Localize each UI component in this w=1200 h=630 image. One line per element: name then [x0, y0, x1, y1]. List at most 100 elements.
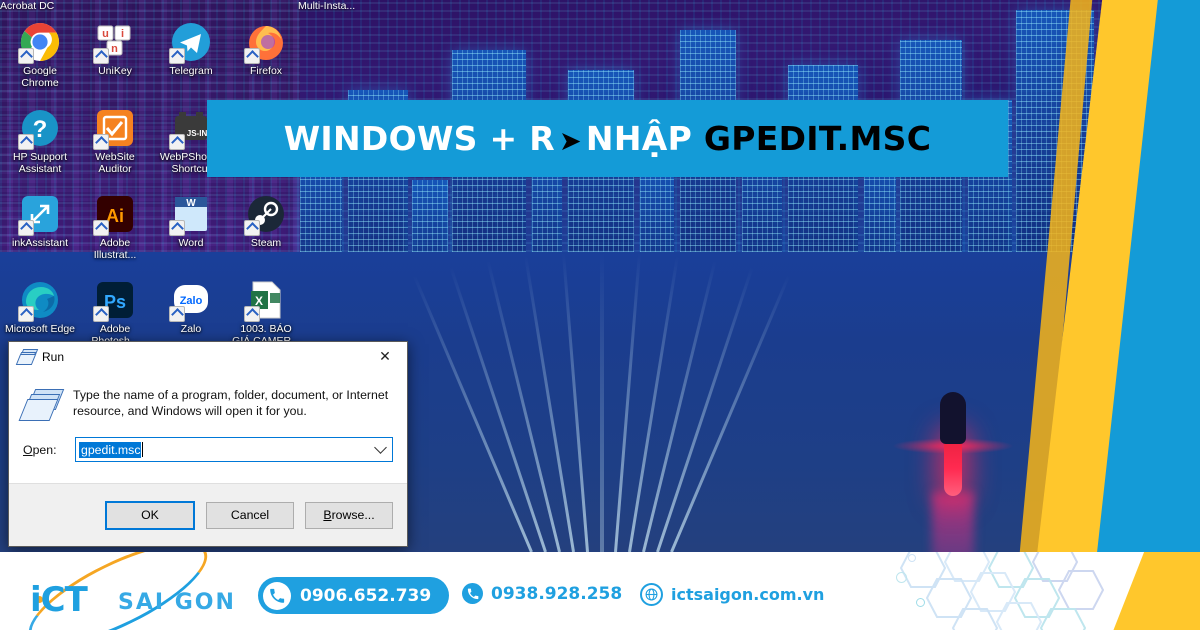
shortcut-overlay-icon — [93, 220, 109, 236]
desktop-icon-zalo[interactable]: Zalo Zalo — [155, 280, 227, 335]
shortcut-overlay-icon — [18, 220, 34, 236]
desktop-icon-linkassistant[interactable]: inkAssistant — [4, 194, 76, 249]
hexagon-decoration — [890, 552, 1140, 630]
svg-text:u: u — [102, 28, 109, 40]
zalo-icon: Zalo — [169, 280, 211, 322]
svg-text:?: ? — [33, 116, 48, 143]
desktop-icon-label: Adobe Illustrat... — [93, 237, 137, 261]
run-dialog-title: Run — [42, 349, 65, 364]
open-field-label: Open: — [23, 442, 57, 457]
shortcut-overlay-icon — [244, 48, 260, 64]
ok-button[interactable]: OK — [105, 500, 195, 530]
shortcut-overlay-icon — [93, 306, 109, 322]
desktop-icon-label: Google Chrome — [21, 65, 59, 89]
photoshop-icon: Ps — [93, 280, 135, 322]
globe-icon — [640, 583, 663, 606]
lane-line — [670, 275, 791, 552]
webpshop-icon: JS-IN — [169, 108, 211, 150]
primary-phone-number: 0906.652.739 — [300, 585, 432, 606]
banner-text-nhap: NHẬP — [585, 119, 693, 158]
desktop-icon-label: Zalo — [180, 323, 202, 335]
phone-icon — [263, 581, 291, 610]
shortcut-overlay-icon — [169, 48, 185, 64]
desktop-icon-chrome[interactable]: Google Chrome — [4, 22, 76, 89]
desktop-icon-label: Word — [178, 237, 204, 249]
run-dialog-titlebar[interactable]: Run ✕ — [9, 342, 407, 371]
run-dialog-footer: OK Cancel Browse... — [9, 483, 407, 546]
telegram-icon — [169, 22, 211, 64]
logo-text-ict: iCT — [30, 580, 88, 620]
browse-button[interactable]: Browse... — [305, 501, 393, 529]
run-dialog: Run ✕ Type the name of a program, folder… — [8, 341, 408, 547]
hexagon-shape — [951, 608, 999, 630]
desktop-icon-label: Telegram — [169, 65, 213, 77]
run-dialog-description: Type the name of a program, folder, docu… — [73, 388, 389, 418]
svg-text:W: W — [186, 198, 196, 209]
svg-text:JS-IN: JS-IN — [187, 129, 208, 138]
desktop-icon-hp-support[interactable]: ? HP Support Assistant — [4, 108, 76, 175]
desktop-icon-label: HP Support Assistant — [12, 151, 68, 175]
desktop-icon-unikey[interactable]: u i n UniKey — [79, 22, 151, 77]
run-command-input[interactable]: gpedit.msc — [75, 437, 393, 462]
hexagon-shape — [995, 602, 1043, 630]
logo-text-saigon: SAI GON — [118, 590, 236, 615]
desktop-icon-excel[interactable]: X1003. BÁO GIÁ CAMER... — [230, 280, 302, 347]
chevron-down-icon[interactable] — [374, 441, 387, 454]
chrome-icon — [18, 22, 60, 64]
cancel-button[interactable]: Cancel — [206, 501, 294, 529]
linkassistant-icon — [18, 194, 60, 236]
shortcut-overlay-icon — [169, 134, 185, 150]
shortcut-overlay-icon — [93, 48, 109, 64]
desktop-icon-label: WebSite Auditor — [95, 151, 135, 175]
screenshot-root: Acrobat DC Multi-Insta... Google Chrome u i… — [0, 0, 1200, 630]
desktop-icon-label: inkAssistant — [11, 237, 69, 249]
desktop-icon-label: Firefox — [249, 65, 283, 77]
ict-saigon-logo: iCT SAI GON — [14, 552, 246, 630]
desktop-icon-label: Microsoft Edge — [4, 323, 76, 335]
shortcut-overlay-icon — [244, 220, 260, 236]
desktop-icon-telegram[interactable]: Telegram — [155, 22, 227, 77]
hexagon-shape — [1057, 570, 1105, 610]
banner-text-windows-r: WINDOWS + R — [283, 119, 555, 158]
lane-line — [656, 266, 754, 552]
run-window-icon — [15, 349, 39, 365]
secondary-phone-item[interactable]: 0938.928.258 — [462, 583, 622, 604]
banner-text-gpedit: GPEDIT.MSC — [703, 119, 932, 158]
desktop-icon-firefox[interactable]: Firefox — [230, 22, 302, 77]
banner-arrow-icon: ➤ — [558, 126, 582, 157]
shortcut-overlay-icon — [18, 48, 34, 64]
shortcut-overlay-icon — [169, 306, 185, 322]
desktop-icon-illustrator[interactable]: Ai Adobe Illustrat... — [79, 194, 151, 261]
hexagon-shape — [1039, 608, 1087, 630]
brand-swoosh-right — [985, 0, 1200, 552]
svg-text:i: i — [121, 28, 124, 40]
word-icon: W — [169, 194, 211, 236]
hexagon-dot — [908, 554, 916, 562]
text-cursor — [142, 442, 144, 457]
desktop-icon-edge[interactable]: Microsoft Edge — [4, 280, 76, 335]
desktop-icon-word[interactable]: W Word — [155, 194, 227, 249]
lane-line — [600, 252, 604, 552]
shortcut-overlay-icon — [244, 306, 260, 322]
hp-support-icon: ? — [18, 108, 60, 150]
excel-icon: X — [244, 280, 286, 322]
primary-phone-button[interactable]: 0906.652.739 — [258, 577, 450, 614]
phone-icon-secondary — [462, 583, 483, 604]
shortcut-overlay-icon — [169, 220, 185, 236]
desktop-icon-photoshop[interactable]: PsAdobe Photosh... — [79, 280, 151, 347]
shortcut-overlay-icon — [93, 134, 109, 150]
desktop-icon-website-auditor[interactable]: WebSite Auditor — [79, 108, 151, 175]
desktop-icon-steam[interactable]: Steam — [230, 194, 302, 249]
close-icon[interactable]: ✕ — [363, 342, 407, 371]
run-large-icon — [18, 389, 65, 421]
secondary-phone-number: 0938.928.258 — [491, 583, 623, 604]
svg-text:n: n — [111, 43, 118, 55]
unikey-icon: uin — [93, 22, 135, 64]
hexagon-dot — [896, 572, 907, 583]
illustrator-icon: Ai — [93, 194, 135, 236]
website-link[interactable]: ictsaigon.com.vn — [640, 583, 824, 606]
instruction-banner: WINDOWS + R ➤ NHẬP GPEDIT.MSC — [207, 100, 1008, 177]
lane-line — [412, 275, 533, 552]
desktop-icon-label-partial: Multi-Insta... — [298, 0, 356, 12]
desktop-icon-label: Steam — [250, 237, 282, 249]
